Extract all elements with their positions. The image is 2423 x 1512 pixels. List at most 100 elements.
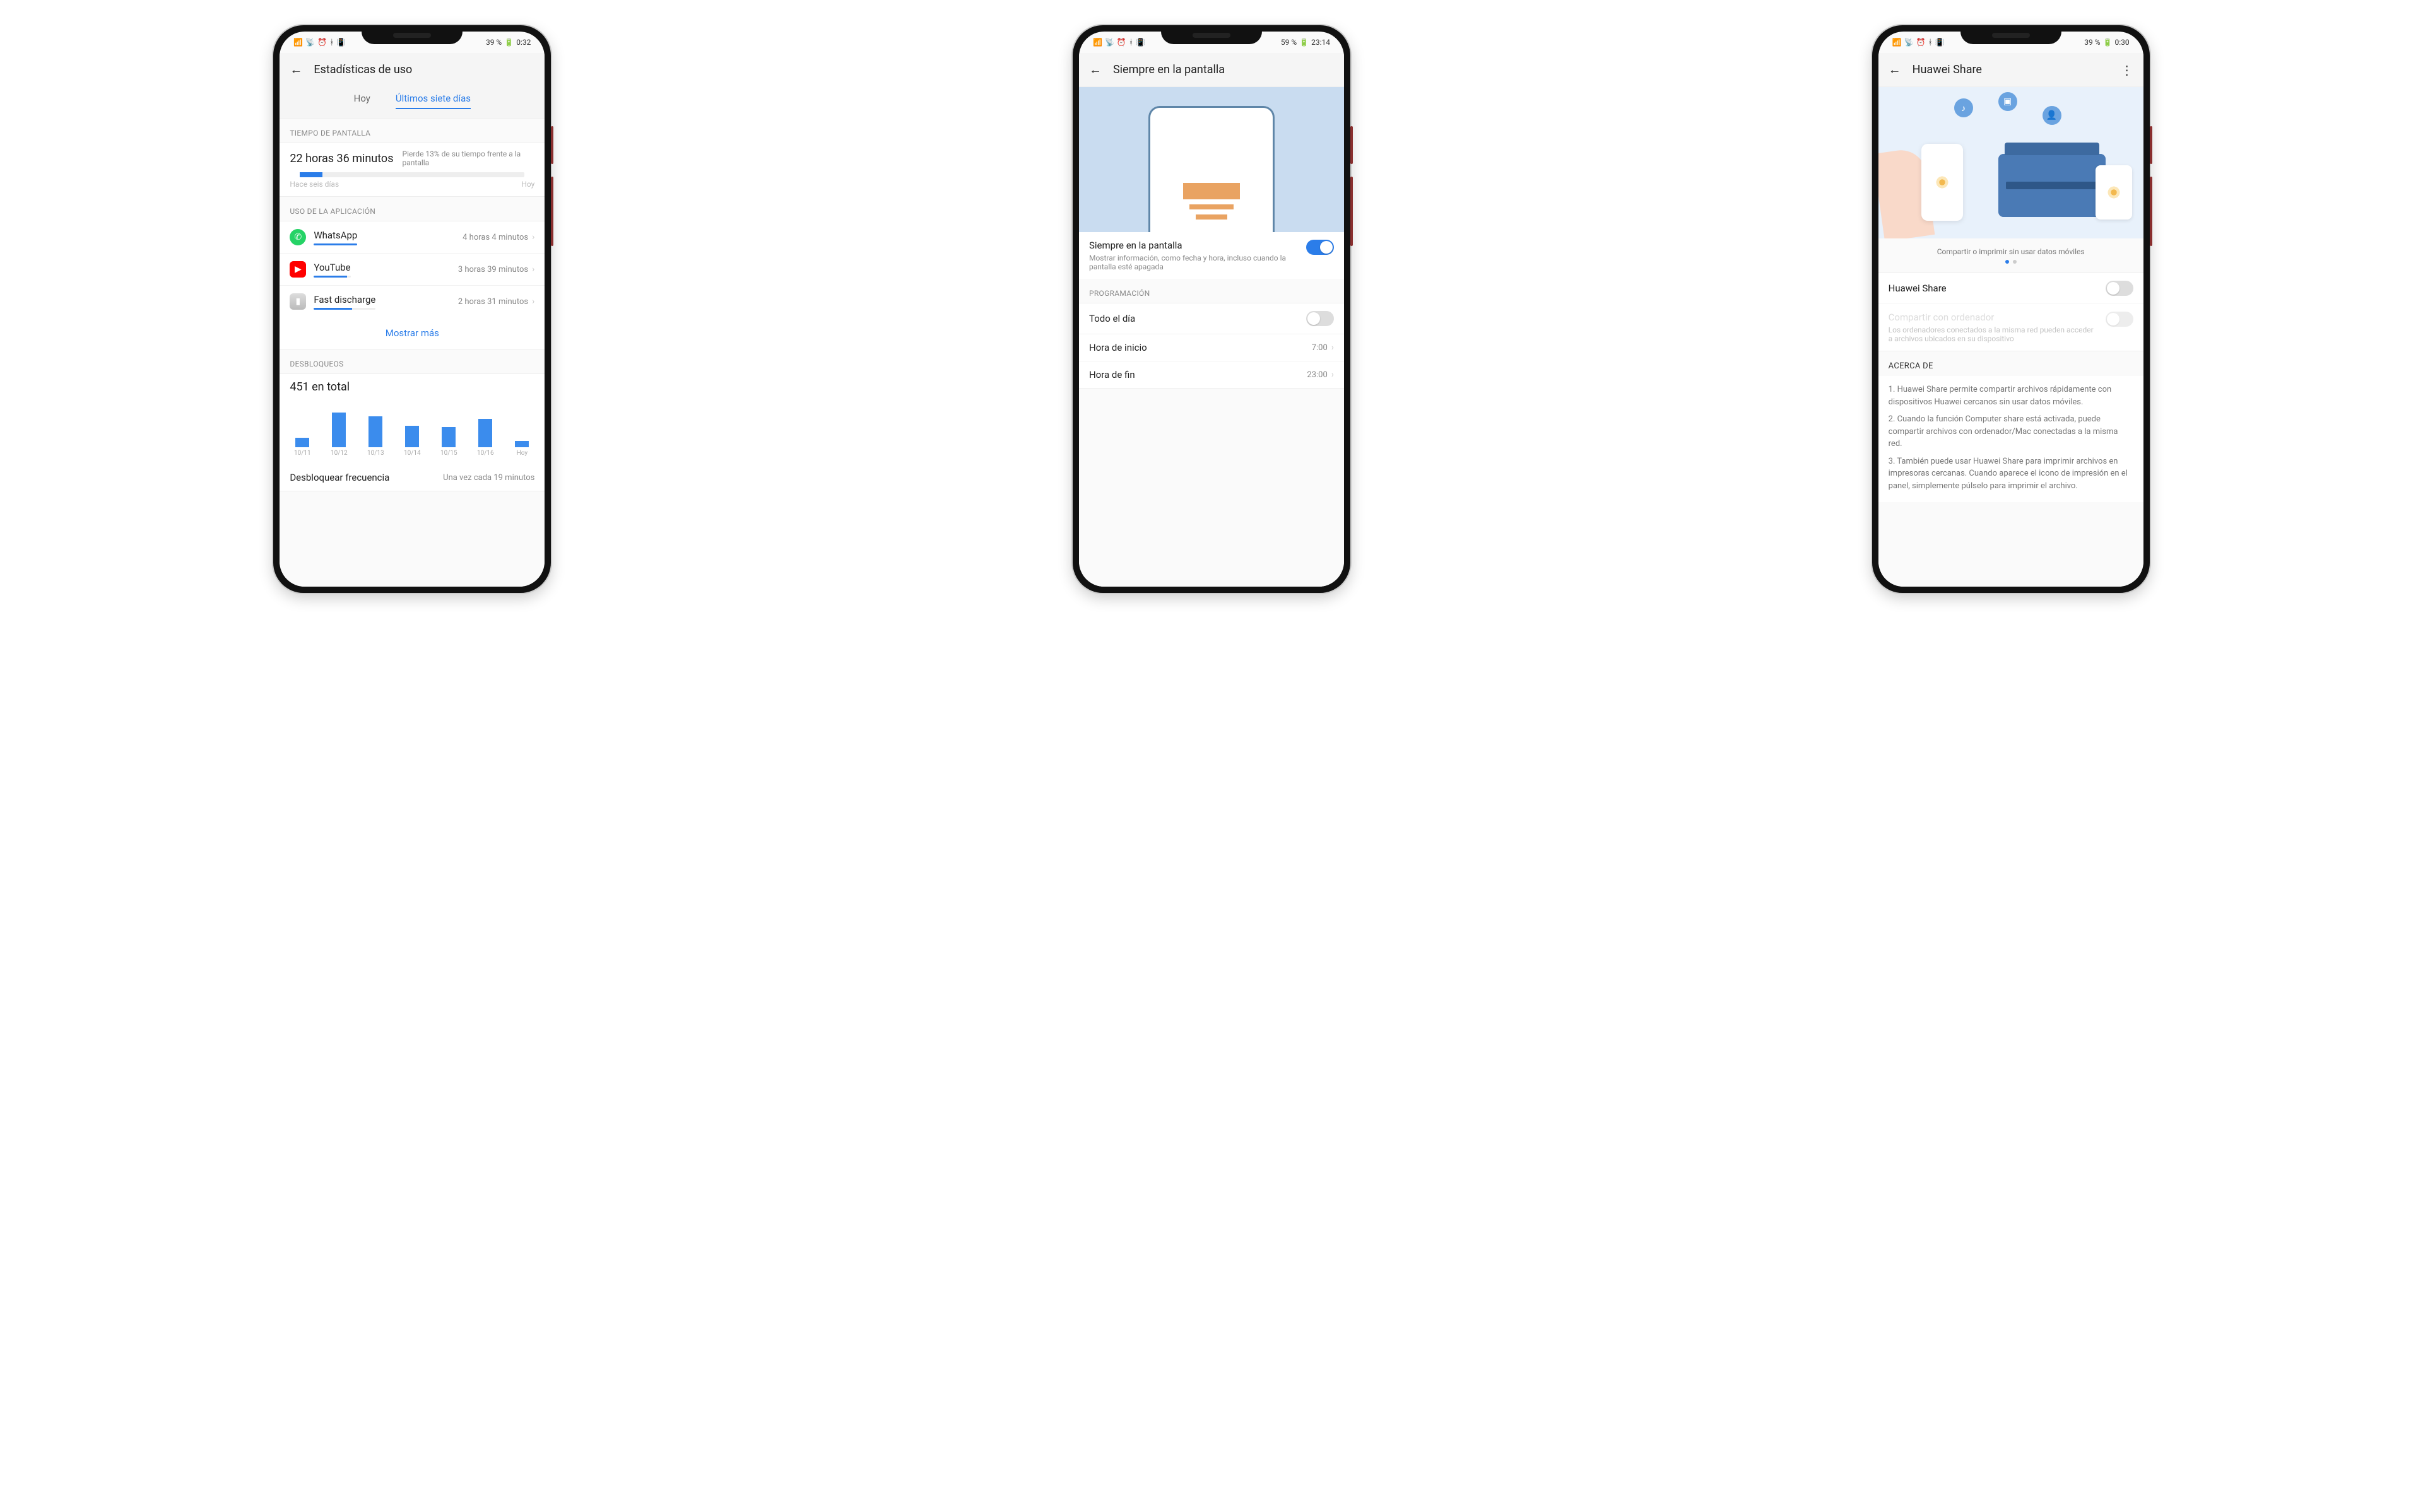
content[interactable]: TIEMPO DE PANTALLA 22 horas 36 minutos P… [280,119,545,587]
battery-text: 59 % [1281,38,1297,47]
share-caption: Compartir o imprimir sin usar datos móvi… [1878,238,2143,260]
all-day-row[interactable]: Todo el día [1079,303,1344,334]
schedule-label: PROGRAMACIÓN [1079,279,1344,303]
show-more-button[interactable]: Mostrar más [280,317,545,349]
app-time: 3 horas 39 minutos [458,265,528,274]
pc-share-row: Compartir con ordenador Los ordenadores … [1878,303,2143,351]
screen: 📶 📡 ⏰ ᚼ 📳 39 % 🔋 0:30 ← Huawei Share ⋮ ♪ [1878,32,2143,587]
aod-illustration [1079,87,1344,232]
screen-time-value: 22 horas 36 minutos [290,152,393,165]
chevron-right-icon: › [532,296,534,307]
bar-end-label: Hoy [521,180,534,189]
tabs: Hoy Últimos siete días [280,86,545,118]
end-label: Hora de fin [1089,369,1135,380]
huawei-share-toggle[interactable] [2106,281,2133,296]
header: ← Siempre en la pantalla [1079,53,1344,87]
about-label: ACERCA DE [1878,351,2143,376]
back-icon[interactable]: ← [1089,62,1102,78]
screen-time-note: Pierde 13% de su tiempo frente a la pant… [403,149,535,167]
unlock-frequency-row[interactable]: Desbloquear frecuencia Una vez cada 19 m… [280,464,545,491]
vibrate-icon: 📳 [1935,38,1945,47]
back-icon[interactable]: ← [1889,62,1901,78]
signal-icon: 📶 [1093,38,1102,47]
chevron-right-icon: › [532,264,534,274]
battery-icon: 🔋 [2103,38,2113,47]
signal-icon: 📶 [1892,38,1902,47]
all-day-label: Todo el día [1089,313,1135,324]
contact-icon: 👤 [2043,106,2061,125]
bar-start-label: Hace seis días [290,180,339,189]
tab-week[interactable]: Últimos siete días [396,93,471,109]
screen: 📶 📡 ⏰ ᚼ 📳 59 % 🔋 23:14 ← Siempre en la p… [1079,32,1344,587]
tablet-icon [2096,165,2132,220]
app-time: 2 horas 31 minutos [458,297,528,307]
content[interactable]: Siempre en la pantalla Mostrar informaci… [1079,87,1344,587]
back-icon[interactable]: ← [290,62,302,78]
vibrate-icon: 📳 [336,38,346,47]
aod-toggle[interactable] [1306,240,1334,255]
phone-usage: 📶 📡 ⏰ ᚼ 📳 39 % 🔋 0:32 ← Estadísticas de … [273,25,551,593]
vibrate-icon: 📳 [1136,38,1145,47]
app-row-fastdischarge[interactable]: ▮ Fast discharge 2 horas 31 minutos › [280,285,545,317]
status-bar: 📶 📡 ⏰ ᚼ 📳 39 % 🔋 0:32 [280,32,545,53]
carousel-dots[interactable] [1878,260,2143,273]
app-name: YouTube [314,262,350,273]
end-time-row[interactable]: Hora de fin 23:00 › [1079,361,1344,388]
about-p3: 3. También puede usar Huawei Share para … [1889,455,2133,493]
aod-toggle-desc: Mostrar información, como fecha y hora, … [1089,254,1299,271]
end-value: 23:00 [1307,370,1327,380]
start-time-row[interactable]: Hora de inicio 7:00 › [1079,334,1344,361]
signal-icon: 📶 [293,38,303,47]
wifi-icon: 📡 [1904,38,1914,47]
about-p2: 2. Cuando la función Computer share está… [1889,413,2133,450]
battery-text: 39 % [2084,38,2100,47]
unlocks-card: 451 en total 10/1110/1210/1310/1410/1510… [280,373,545,491]
pc-share-title: Compartir con ordenador [1889,312,2098,323]
dot-1[interactable] [2005,260,2009,264]
page-title: Estadísticas de uso [314,63,534,76]
more-icon[interactable]: ⋮ [2121,62,2133,78]
phone-aod: 📶 📡 ⏰ ᚼ 📳 59 % 🔋 23:14 ← Siempre en la p… [1073,25,1350,593]
huawei-share-label: Huawei Share [1889,283,1947,294]
unlock-freq-label: Desbloquear frecuencia [290,472,389,483]
aod-toggle-title: Siempre en la pantalla [1089,240,1299,251]
aod-toggle-row[interactable]: Siempre en la pantalla Mostrar informaci… [1079,232,1344,279]
app-row-whatsapp[interactable]: ✆ WhatsApp 4 horas 4 minutos › [280,221,545,253]
image-icon: ▣ [1998,92,2017,111]
status-bar: 📶 📡 ⏰ ᚼ 📳 39 % 🔋 0:30 [1878,32,2143,53]
screen-time-label: TIEMPO DE PANTALLA [280,119,545,143]
app-row-youtube[interactable]: ▶ YouTube 3 horas 39 minutos › [280,253,545,285]
clock-text: 0:32 [516,38,531,47]
app-name: Fast discharge [314,294,375,305]
alarm-icon: ⏰ [317,38,327,47]
battery-app-icon: ▮ [290,293,306,310]
app-usage-card: ✆ WhatsApp 4 horas 4 minutos › ▶ [280,221,545,349]
dot-2[interactable] [2013,260,2017,264]
unlocks-chart: 10/1110/1210/1310/1410/1510/16Hoy [280,400,545,457]
wifi-icon: 📡 [305,38,315,47]
bluetooth-icon: ᚼ [1928,38,1933,47]
unlocks-label: DESBLOQUEOS [280,349,545,373]
unlock-freq-value: Una vez cada 19 minutos [443,473,534,483]
status-bar: 📶 📡 ⏰ ᚼ 📳 59 % 🔋 23:14 [1079,32,1344,53]
header: ← Huawei Share ⋮ [1878,53,2143,87]
whatsapp-icon: ✆ [290,229,306,245]
clock-text: 23:14 [1311,38,1330,47]
pc-share-desc: Los ordenadores conectados a la misma re… [1889,325,2098,343]
content[interactable]: ♪ ▣ 👤 Compartir o imprimir sin usar dato… [1878,87,2143,587]
clock-text: 0:30 [2115,38,2130,47]
tab-today[interactable]: Hoy [354,93,370,109]
bluetooth-icon: ᚼ [1129,38,1133,47]
screen-time-card: 22 horas 36 minutos Pierde 13% de su tie… [280,143,545,197]
huawei-share-row[interactable]: Huawei Share [1878,273,2143,303]
battery-text: 39 % [486,38,502,47]
screen: 📶 📡 ⏰ ᚼ 📳 39 % 🔋 0:32 ← Estadísticas de … [280,32,545,587]
start-value: 7:00 [1312,343,1328,353]
chevron-right-icon: › [1331,370,1334,380]
chevron-right-icon: › [1331,343,1334,353]
about-section: 1. Huawei Share permite compartir archiv… [1878,376,2143,502]
all-day-toggle[interactable] [1306,311,1334,326]
unlocks-total: 451 en total [280,374,545,400]
printer-icon [1998,154,2106,217]
header: ← Estadísticas de uso Hoy Últimos siete … [280,53,545,119]
